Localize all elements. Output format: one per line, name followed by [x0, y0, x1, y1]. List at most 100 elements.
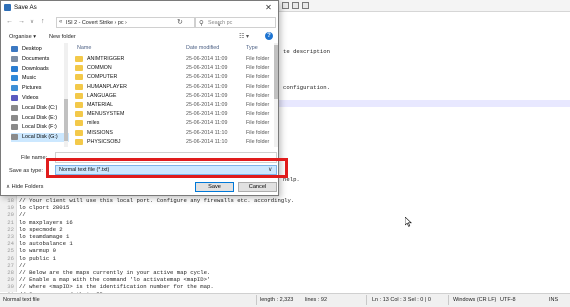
scroll-thumb[interactable]: [64, 99, 68, 141]
file-name[interactable]: LANGUAGE: [87, 93, 116, 99]
file-row[interactable]: ANIMTRIGGER 25-06-2014 11:09 File folder: [71, 55, 276, 63]
toolbar-icon[interactable]: [302, 2, 309, 9]
view-options-icon[interactable]: ☷ ▾: [239, 33, 249, 40]
new-folder-button[interactable]: New folder: [49, 34, 76, 40]
status-position: Ln : 13 Col : 3 Sel : 0 | 0: [372, 297, 431, 303]
code-line[interactable]: // Your client will use this local port.…: [19, 197, 294, 204]
file-type: File folder: [246, 65, 270, 72]
notepad-app-icon: [4, 4, 11, 11]
address-path[interactable]: ISI 2 - Covert Strike › pc ›: [66, 20, 127, 26]
file-row[interactable]: MENUSYSTEM 25-06-2014 11:09 File folder: [71, 110, 276, 118]
organise-button[interactable]: Organise ▾: [9, 34, 36, 40]
close-button[interactable]: ✕: [259, 1, 278, 14]
file-name[interactable]: COMPUTER: [87, 74, 117, 80]
dialog-titlebar[interactable]: Save As ✕: [1, 1, 278, 15]
file-name[interactable]: MENUSYSTEM: [87, 111, 124, 117]
code-line[interactable]: //: [19, 211, 26, 218]
status-encoding: UTF-8: [500, 297, 516, 303]
folder-icon: [75, 111, 83, 118]
status-eol: Windows (CR LF): [453, 297, 497, 303]
file-name[interactable]: PHYSICSOBJ: [87, 139, 121, 145]
file-row[interactable]: HUMANPLAYER 25-06-2014 11:09 File folder: [71, 83, 276, 91]
code-line[interactable]: //: [19, 262, 26, 269]
command-bar: Organise ▾ New folder ☷ ▾ ?: [1, 31, 278, 43]
nav-scrollbar[interactable]: [64, 43, 68, 147]
column-header-type[interactable]: Type: [246, 45, 258, 51]
nav-item[interactable]: Music: [11, 74, 69, 83]
file-name[interactable]: ANIMTRIGGER: [87, 56, 124, 62]
file-row[interactable]: MISSIONS 25-06-2014 11:10 File folder: [71, 129, 276, 137]
address-bar[interactable]: « ISI 2 - Covert Strike › pc › ∨: [56, 17, 221, 28]
file-row[interactable]: PHYSICSOBJ 25-06-2014 11:10 File folder: [71, 138, 276, 146]
line-number: 21: [7, 218, 14, 226]
code-line[interactable]: // where <mapID> is the identification n…: [19, 283, 214, 290]
line-number: 30: [7, 283, 14, 291]
back-arrow-icon[interactable]: ←: [6, 18, 13, 25]
file-name[interactable]: miles: [87, 120, 99, 126]
save-button[interactable]: Save: [195, 182, 234, 192]
code-line[interactable]: lo autobalance 1: [19, 240, 73, 247]
file-row[interactable]: COMMON 25-06-2014 11:09 File folder: [71, 64, 276, 72]
code-line[interactable]: lo teamdamage 1: [19, 233, 69, 240]
nav-item[interactable]: Videos: [11, 94, 69, 103]
file-name[interactable]: MISSIONS: [87, 130, 113, 136]
refresh-icon[interactable]: ↻: [177, 18, 183, 26]
nav-item[interactable]: Desktop: [11, 45, 69, 54]
code-line[interactable]: lo public 1: [19, 255, 56, 262]
forward-arrow-icon[interactable]: →: [18, 18, 25, 25]
line-number: 23: [7, 233, 14, 240]
file-name[interactable]: HUMANPLAYER: [87, 84, 127, 90]
nav-item[interactable]: Documents: [11, 55, 69, 64]
drive-icon: [11, 134, 18, 141]
folder-icon: [75, 83, 83, 90]
nav-item[interactable]: Local Disk (C:): [11, 104, 69, 113]
code-line[interactable]: lo warmup 0: [19, 247, 56, 254]
code-line[interactable]: lo specmode 2: [19, 226, 63, 233]
scroll-thumb[interactable]: [274, 45, 278, 99]
nav-item[interactable]: Pictures: [11, 84, 69, 93]
file-list-scrollbar[interactable]: [274, 43, 278, 147]
file-date: 25-06-2014 11:09: [186, 92, 228, 99]
nav-item[interactable]: Local Disk (G:): [11, 133, 69, 143]
cancel-button[interactable]: Cancel: [238, 182, 277, 192]
toolbar-icon[interactable]: [292, 2, 299, 9]
folder-icon: [75, 120, 83, 127]
column-header-name[interactable]: Name: [77, 45, 91, 51]
code-line[interactable]: // Below are the maps currently in your …: [19, 269, 210, 276]
address-overflow[interactable]: «: [59, 19, 62, 25]
help-icon[interactable]: ?: [265, 32, 273, 40]
hide-folders-toggle[interactable]: ∧ Hide Folders: [6, 184, 43, 190]
file-date: 25-06-2014 11:09: [186, 111, 228, 118]
up-arrow-icon[interactable]: ↑: [41, 18, 45, 25]
folder-icon: [75, 102, 83, 108]
file-row[interactable]: LANGUAGE 25-06-2014 11:09 File folder: [71, 92, 276, 100]
code-line[interactable]: // Enable a map with the command 'lo act…: [19, 276, 210, 283]
search-input[interactable]: ⚲ Search pc: [194, 17, 276, 28]
hide-folders-label[interactable]: Hide Folders: [12, 184, 44, 190]
nav-item[interactable]: Local Disk (E:): [11, 114, 69, 123]
code-line[interactable]: lo maxplayers 16: [19, 219, 73, 226]
code-line[interactable]: lo clport 28015: [19, 204, 69, 211]
videos-icon: [11, 95, 18, 101]
file-row[interactable]: COMPUTER 25-06-2014 11:09 File folder: [71, 73, 276, 81]
documents-icon: [11, 55, 18, 62]
file-row[interactable]: miles 25-06-2014 11:09 File folder: [71, 119, 276, 127]
nav-item-label: Documents: [22, 55, 50, 62]
toolbar-icon[interactable]: [282, 2, 289, 9]
file-name[interactable]: COMMON: [87, 65, 112, 71]
file-name[interactable]: MATERIAL: [87, 102, 113, 108]
nav-item[interactable]: Downloads: [11, 65, 69, 74]
nav-item-label: Local Disk (C:): [22, 104, 58, 111]
nav-item-label: Desktop: [22, 46, 42, 52]
nav-item[interactable]: Local Disk (F:): [11, 123, 69, 132]
nav-item-label: Local Disk (E:): [22, 114, 58, 121]
file-type: File folder: [246, 83, 270, 90]
column-header-date[interactable]: Date modified: [186, 45, 219, 51]
file-type: File folder: [246, 138, 270, 145]
line-number: 18: [7, 197, 14, 204]
status-separator: [256, 295, 257, 305]
file-type: File folder: [246, 74, 270, 81]
file-row[interactable]: MATERIAL 25-06-2014 11:09 File folder: [71, 101, 276, 109]
recent-chevron-icon[interactable]: ∨: [30, 19, 34, 25]
desktop-icon: [11, 46, 18, 52]
